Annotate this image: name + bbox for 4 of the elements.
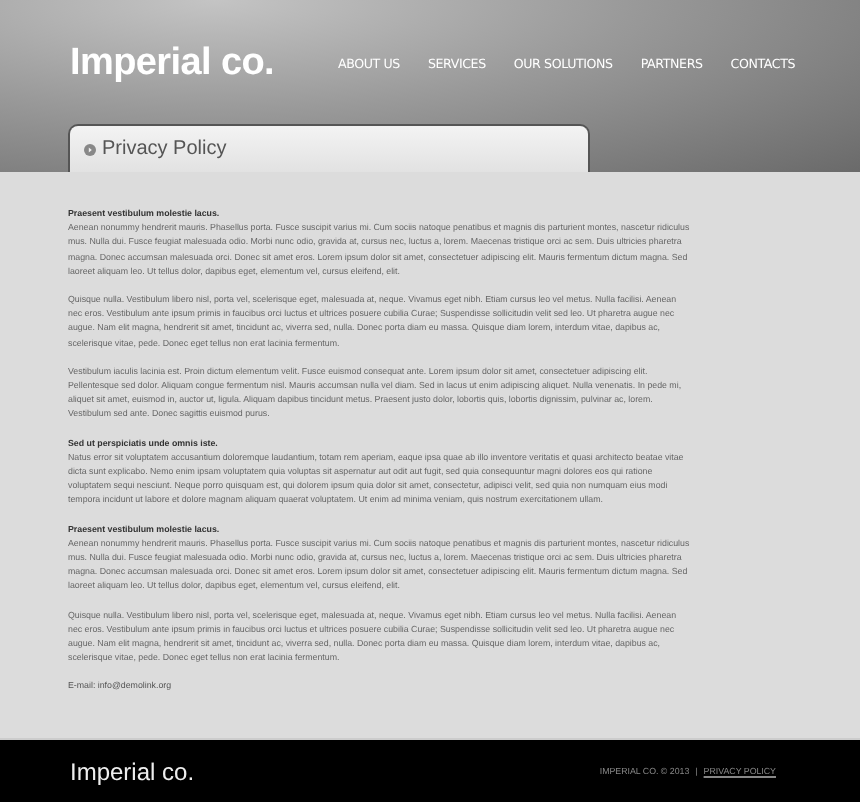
arrow-circle-icon [84,143,96,155]
page-title: Privacy Policy [102,138,227,160]
footer-logo: Imperial co. [70,757,195,785]
site-logo[interactable]: Imperial co. [70,42,338,86]
